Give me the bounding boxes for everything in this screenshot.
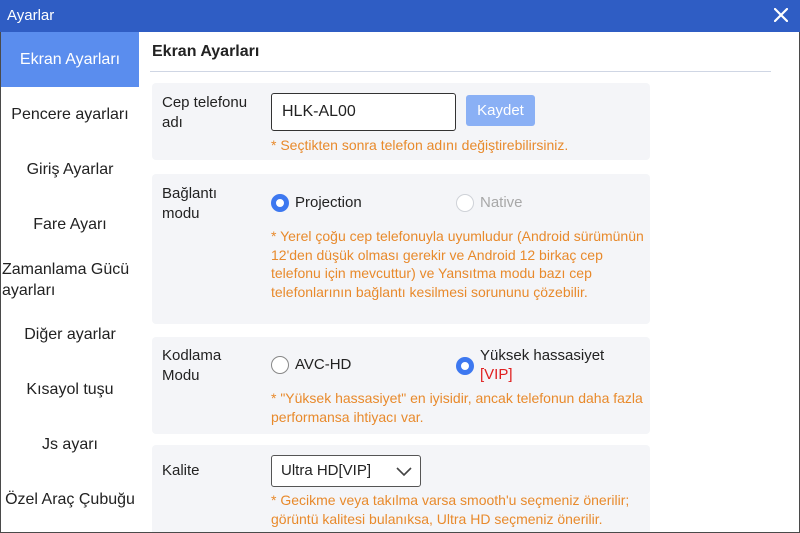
quality-select[interactable]: Ultra HD[VIP] xyxy=(271,455,421,487)
sidebar-item-ozel-arac-cubugu[interactable]: Özel Araç Çubuğu xyxy=(1,472,139,527)
vip-badge: [VIP] xyxy=(480,366,513,383)
radio-selected-icon xyxy=(271,194,289,212)
sidebar-item-pencere-ayarlari[interactable]: Pencere ayarları xyxy=(1,87,139,142)
radio-avc-hd-label: AVC-HD xyxy=(295,356,352,373)
sidebar-item-label: Pencere ayarları xyxy=(11,106,129,123)
connection-mode-card: Bağlantı modu Projection Native * Yerel … xyxy=(152,174,650,324)
radio-disabled-icon xyxy=(456,194,474,212)
sidebar-item-kisayol-tusu[interactable]: Kısayol tuşu xyxy=(1,362,139,417)
radio-avc-hd[interactable]: AVC-HD xyxy=(271,355,351,374)
sidebar-item-label: Diğer ayarlar xyxy=(24,326,116,343)
radio-high-precision[interactable]: Yüksek hassasiyet [VIP] xyxy=(456,346,604,384)
encoding-mode-label: Kodlama Modu xyxy=(162,347,222,384)
sidebar-item-label: Giriş Ayarlar xyxy=(26,161,114,178)
sidebar-item-label: Ekran Ayarları xyxy=(19,51,121,68)
title-bar: Ayarlar xyxy=(0,0,800,32)
quality-selected-value: Ultra HD[VIP] xyxy=(281,462,372,479)
page-title: Ekran Ayarları xyxy=(152,43,260,60)
title-divider xyxy=(150,71,771,72)
sidebar-item-label: Js ayarı xyxy=(41,436,98,453)
sidebar-item-label: Fare Ayarı xyxy=(33,216,107,233)
save-button[interactable]: Kaydet xyxy=(466,95,535,126)
sidebar-item-giris-ayarlar[interactable]: Giriş Ayarlar xyxy=(1,142,139,197)
sidebar-item-diger-ayarlar[interactable]: Diğer ayarlar xyxy=(1,307,139,362)
phone-name-input[interactable] xyxy=(271,93,456,131)
connection-mode-hint: * Yerel çoğu cep telefonuyla uyumludur (… xyxy=(271,228,644,300)
sidebar-item-fare-ayari[interactable]: Fare Ayarı xyxy=(1,197,139,252)
radio-native-label: Native xyxy=(480,194,523,211)
sidebar-item-js-ayari[interactable]: Js ayarı xyxy=(1,417,139,472)
encoding-mode-hint: * "Yüksek hassasiyet" en iyisidir, ancak… xyxy=(271,390,643,425)
connection-mode-label: Bağlantı modu xyxy=(162,185,218,222)
sidebar-item-label: Kısayol tuşu xyxy=(26,381,114,398)
radio-projection[interactable]: Projection xyxy=(271,193,362,212)
quality-card: Kalite Ultra HD[VIP] * Gecikme veya takı… xyxy=(152,445,650,532)
radio-high-precision-text: Yüksek hassasiyet [VIP] xyxy=(480,346,604,384)
quality-hint: * Gecikme veya takılma varsa smooth'u se… xyxy=(271,492,630,527)
radio-unselected-icon xyxy=(271,356,289,374)
chevron-down-icon xyxy=(396,464,412,482)
radio-native[interactable]: Native xyxy=(456,193,523,212)
sidebar-item-label: Özel Araç Çubuğu xyxy=(5,491,135,508)
sidebar-item-zamanlama[interactable]: Zamanlama Gücü ayarları xyxy=(1,252,139,307)
encoding-mode-card: Kodlama Modu AVC-HD Yüksek hassasiyet [V… xyxy=(152,337,650,434)
window-title: Ayarlar xyxy=(7,7,55,24)
phone-name-card: Cep telefonu adı Kaydet * Seçtikten sonr… xyxy=(152,83,650,160)
radio-high-precision-label: Yüksek hassasiyet xyxy=(480,347,605,364)
sidebar-item-ekran-ayarlari[interactable]: Ekran Ayarları xyxy=(1,32,139,87)
close-icon[interactable] xyxy=(770,4,792,26)
quality-label: Kalite xyxy=(162,462,200,479)
phone-name-label: Cep telefonu adı xyxy=(162,94,248,131)
sidebar-item-label: Zamanlama Gücü ayarları xyxy=(2,260,130,299)
radio-projection-label: Projection xyxy=(295,194,362,211)
phone-name-hint: * Seçtikten sonra telefon adını değiştir… xyxy=(271,137,569,153)
main-content: Ekran Ayarları Cep telefonu adı Kaydet *… xyxy=(140,32,799,532)
sidebar: Ekran Ayarları Pencere ayarları Giriş Ay… xyxy=(1,32,139,532)
radio-selected-icon xyxy=(456,357,474,375)
